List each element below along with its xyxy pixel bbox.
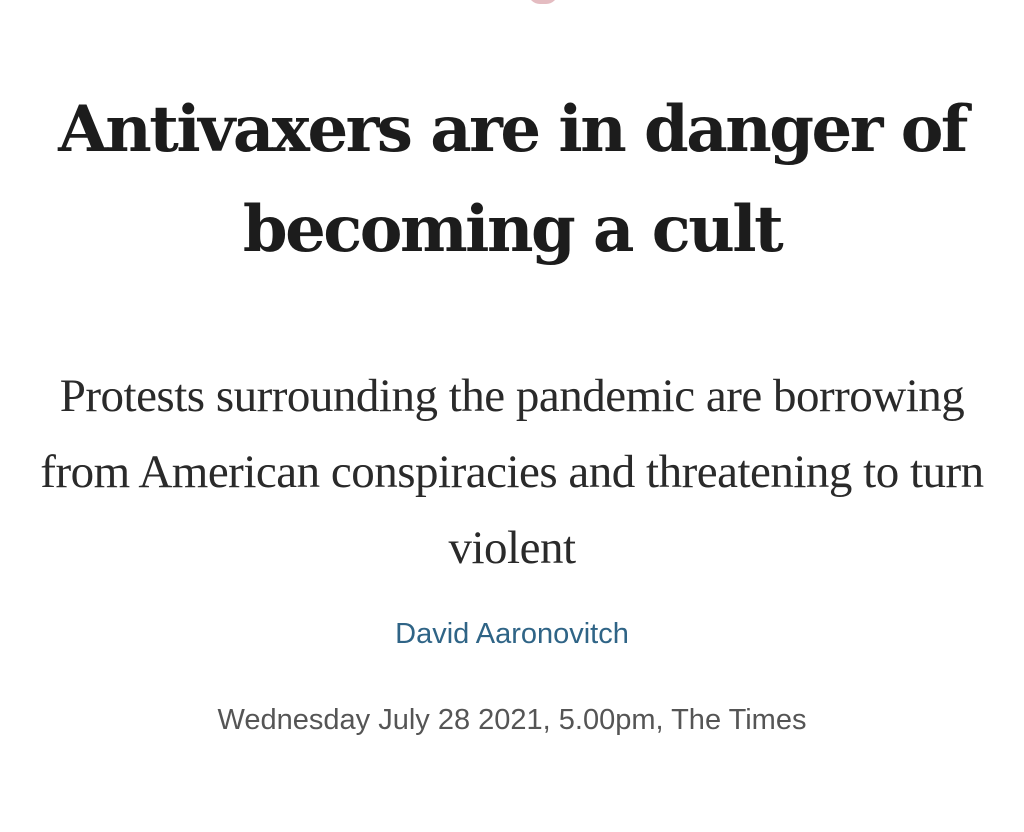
top-logo-fragment [528, 0, 558, 4]
headline: Antivaxers are in danger of becoming a c… [58, 92, 968, 267]
author-link[interactable]: David Aaronovitch [0, 614, 1024, 654]
standfirst: Protests surrounding the pandemic are bo… [40, 370, 984, 574]
dateline: Wednesday July 28 2021, 5.00pm, The Time… [217, 704, 807, 736]
